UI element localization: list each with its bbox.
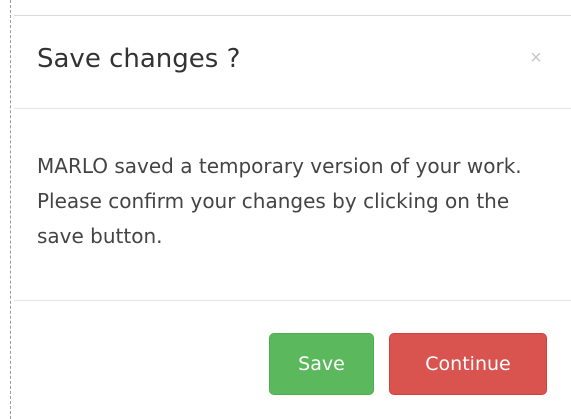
save-button[interactable]: Save xyxy=(269,333,374,395)
dialog-body: MARLO saved a temporary version of your … xyxy=(14,109,571,301)
continue-button[interactable]: Continue xyxy=(389,333,547,395)
dialog-footer: Save Continue xyxy=(14,301,571,419)
save-changes-dialog: Save changes ? × MARLO saved a temporary… xyxy=(14,16,571,419)
dialog-message: MARLO saved a temporary version of your … xyxy=(37,154,522,248)
dialog-title: Save changes ? xyxy=(37,44,241,74)
page: Save changes ? × MARLO saved a temporary… xyxy=(0,0,571,419)
close-icon[interactable]: × xyxy=(524,46,548,70)
dashed-frame-edge xyxy=(10,0,11,419)
dialog-header: Save changes ? × xyxy=(14,16,571,109)
